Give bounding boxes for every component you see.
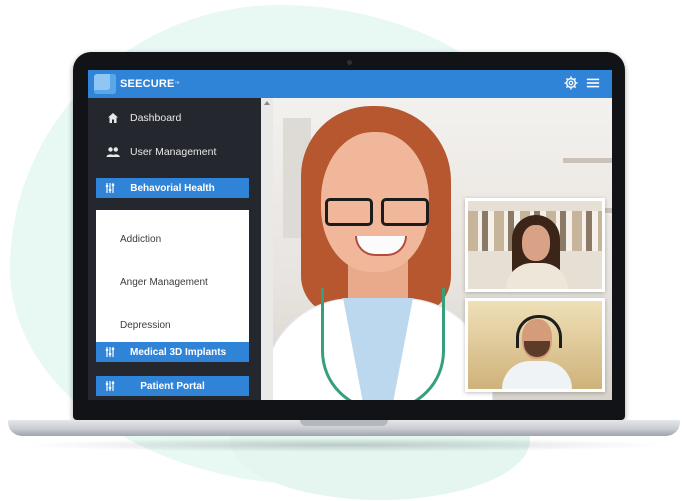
brand-name: SEECURE	[120, 78, 175, 90]
hamburger-menu-icon[interactable]	[586, 76, 600, 90]
sidebar-item-user-management[interactable]: User Management	[88, 140, 261, 164]
laptop-notch	[300, 420, 388, 426]
doctor-glasses	[325, 198, 429, 226]
video-call-main	[273, 98, 612, 400]
sliders-icon	[105, 347, 115, 357]
submenu-item-depression[interactable]: Depression	[120, 320, 171, 331]
submenu-item-anger-management[interactable]: Anger Management	[120, 277, 208, 288]
participant-video-tile[interactable]	[465, 198, 605, 292]
sidebar-item-label: Dashboard	[130, 112, 182, 124]
sidebar-item-dashboard[interactable]: Dashboard	[88, 106, 261, 130]
participant-video-tile[interactable]	[465, 298, 605, 392]
stethoscope	[321, 288, 445, 400]
app-screen: SEECURE ™ Dashboard User Management Beha…	[88, 70, 612, 400]
brand-logo[interactable]: SEECURE ™	[94, 73, 180, 95]
glasses-lens	[381, 198, 429, 226]
laptop-shadow	[20, 438, 668, 452]
section-label: Medical 3D Implants	[130, 346, 227, 358]
glasses-lens	[325, 198, 373, 226]
brand-trademark: ™	[174, 81, 180, 87]
participant-face	[522, 225, 550, 261]
scrollbar[interactable]	[261, 98, 273, 400]
users-icon	[106, 145, 120, 159]
section-label: Behavorial Health	[130, 182, 215, 194]
submenu-item-addiction[interactable]: Addiction	[120, 234, 161, 245]
sidebar-item-label: User Management	[130, 146, 217, 158]
section-label: Patient Portal	[140, 380, 205, 392]
logo-mark-icon	[94, 74, 116, 94]
scroll-up-arrow-icon[interactable]	[264, 101, 270, 105]
webcam-icon	[347, 60, 352, 65]
gear-icon[interactable]	[564, 76, 578, 90]
section-medical-3d-implants[interactable]: Medical 3D Implants	[96, 342, 249, 362]
sidebar: Dashboard User Management Behavorial Hea…	[88, 98, 261, 400]
top-bar: SEECURE ™	[88, 70, 612, 98]
home-icon	[106, 111, 120, 125]
section-patient-portal[interactable]: Patient Portal	[96, 376, 249, 396]
section-behavioral-health[interactable]: Behavorial Health	[96, 178, 249, 198]
behavioral-health-submenu: Addiction Anger Management Depression	[96, 210, 249, 342]
room-shelf	[563, 158, 612, 163]
